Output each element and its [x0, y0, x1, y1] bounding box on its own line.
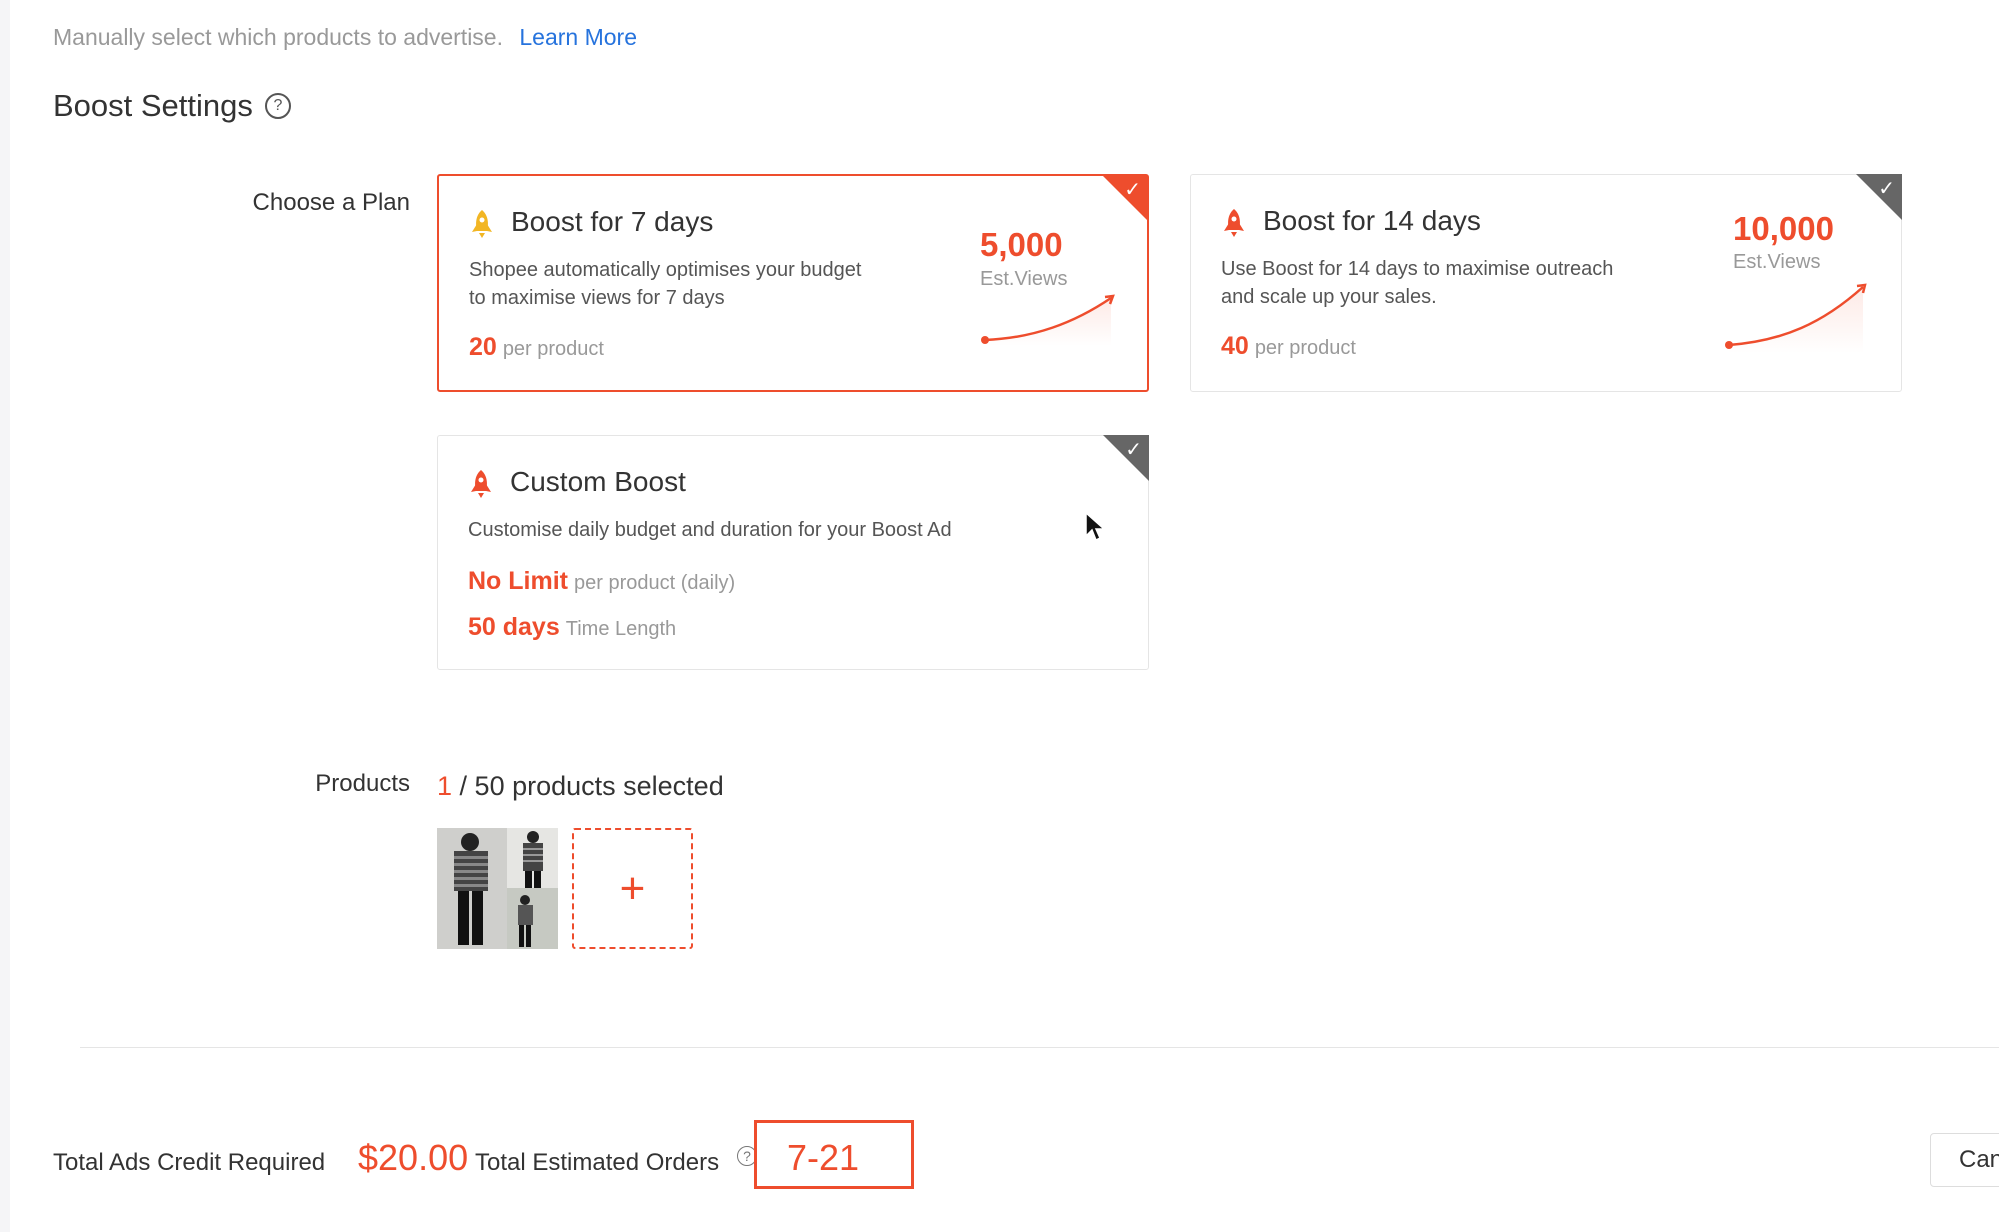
- plan-price-unit: per product: [1254, 337, 1356, 359]
- help-circle-icon[interactable]: ?: [264, 93, 291, 119]
- plan-card-custom-boost[interactable]: ✓ Custom Boost Customise daily budget an…: [437, 435, 1149, 670]
- products-label: Products: [315, 770, 410, 797]
- product-thumbnail[interactable]: [437, 828, 558, 949]
- add-product-button[interactable]: +: [572, 828, 693, 949]
- boost-settings-title: Boost Settings ?: [53, 88, 291, 124]
- intro-text: Manually select which products to advert…: [53, 24, 637, 51]
- plus-icon: +: [619, 863, 646, 913]
- plan-description: Shopee automatically optimises your budg…: [469, 256, 861, 312]
- plan-title: Custom Boost: [510, 466, 686, 497]
- plan-title: Boost for 14 days: [1263, 205, 1481, 236]
- plan-title: Boost for 7 days: [511, 206, 714, 237]
- trend-curve-icon: [1725, 283, 1867, 353]
- plan-price: 40 per product: [1221, 332, 1356, 361]
- plan-description-line-2: to maximise views for 7 days: [469, 287, 725, 309]
- products-selected-count: 1 / 50 products selected: [437, 771, 724, 802]
- checkmark-icon: ✓: [1125, 439, 1142, 461]
- plan-description: Use Boost for 14 days to maximise outrea…: [1221, 255, 1613, 311]
- cancel-button[interactable]: Can: [1930, 1133, 1999, 1187]
- mouse-cursor-icon: [1085, 512, 1105, 542]
- page-left-edge: [0, 0, 10, 1232]
- rocket-icon: [1224, 209, 1244, 237]
- plan-card-boost-14-days[interactable]: ✓ Boost for 14 days Use Boost for 14 day…: [1190, 174, 1902, 392]
- plan-description-line-1: Use Boost for 14 days to maximise outrea…: [1221, 258, 1614, 280]
- footer-divider: [80, 1047, 1999, 1048]
- rocket-icon: [471, 470, 491, 498]
- boost-settings-title-text: Boost Settings: [53, 88, 253, 123]
- intro-description: Manually select which products to advert…: [53, 24, 503, 50]
- plan-description: Customise daily budget and duration for …: [468, 519, 952, 541]
- plan-days-unit: Time Length: [565, 618, 677, 640]
- plan-limit-unit: per product (daily): [574, 572, 736, 594]
- plan-limit-value: No Limit: [468, 567, 568, 595]
- credit-label: Total Ads Credit Required: [53, 1149, 326, 1176]
- trend-curve-icon: [981, 294, 1115, 346]
- checkmark-icon: ✓: [1124, 179, 1141, 201]
- product-image: [437, 828, 558, 949]
- plan-price-value: 20: [469, 333, 497, 361]
- plan-price: 20 per product: [469, 333, 604, 362]
- products-selected-number: 1: [437, 771, 453, 801]
- plan-description-line-2: and scale up your sales.: [1221, 286, 1437, 308]
- rocket-icon: [472, 210, 492, 238]
- choose-plan-label: Choose a Plan: [252, 189, 410, 216]
- plan-description-line-1: Shopee automatically optimises your budg…: [469, 259, 862, 281]
- orders-value: 7-21: [787, 1137, 860, 1178]
- orders-label: Total Estimated Orders: [475, 1149, 720, 1176]
- plan-price-value: 40: [1221, 332, 1249, 360]
- plan-card-boost-7-days[interactable]: ✓ Boost for 7 days Shopee automatically …: [437, 174, 1149, 392]
- learn-more-link[interactable]: Learn More: [519, 24, 637, 50]
- products-selected-text: / 50 products selected: [459, 771, 724, 801]
- est-views-label: Est.Views: [1733, 251, 1821, 273]
- checkmark-icon: ✓: [1878, 178, 1895, 200]
- est-views-value: 5,000: [980, 226, 1063, 263]
- est-views-value: 10,000: [1733, 210, 1834, 247]
- plan-time-length: 50 days Time Length: [468, 613, 676, 642]
- credit-value: $20.00: [358, 1137, 469, 1178]
- plan-price-unit: per product: [502, 338, 604, 360]
- plan-days-value: 50 days: [468, 613, 560, 641]
- plan-daily-limit: No Limit per product (daily): [468, 567, 735, 596]
